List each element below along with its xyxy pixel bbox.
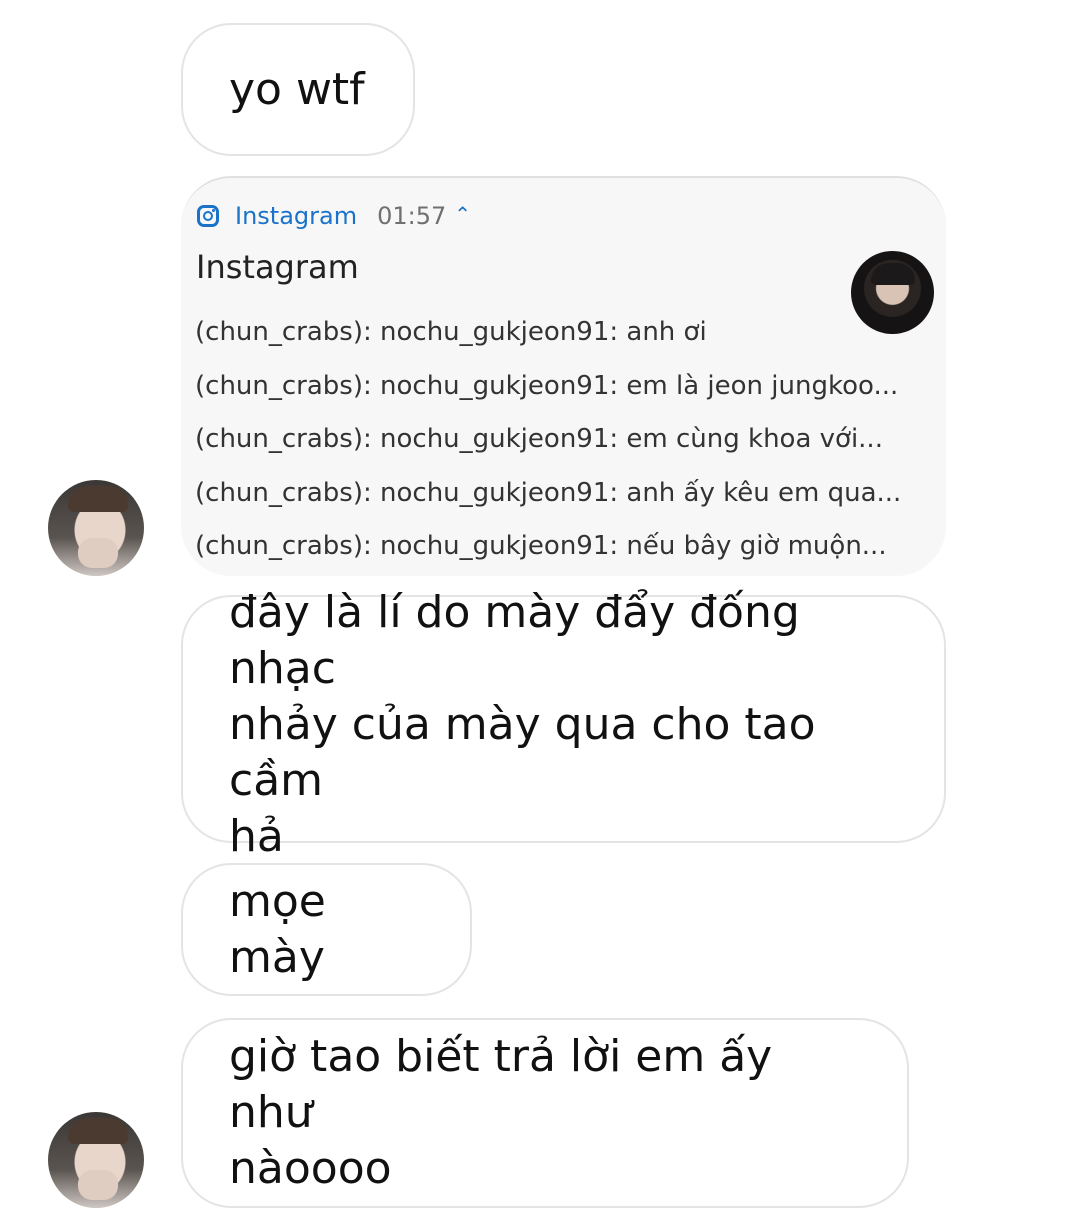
notification-title: Instagram [196, 248, 359, 286]
notification-line: (chun_crabs): nochu_gukjeon91: nếu bây g… [195, 531, 887, 561]
instagram-icon [197, 205, 219, 227]
instagram-notification-card[interactable]: Instagram 01:57 ⌃ Instagram (chun_crabs)… [181, 176, 946, 576]
notification-header: Instagram 01:57 ⌃ [197, 200, 471, 232]
notification-line: (chun_crabs): nochu_gukjeon91: anh ơi [195, 317, 707, 347]
sender-avatar[interactable] [48, 1112, 144, 1208]
sender-avatar[interactable] [48, 480, 144, 576]
chevron-up-icon[interactable]: ⌃ [454, 202, 471, 226]
notification-line: (chun_crabs): nochu_gukjeon91: anh ấy kê… [195, 477, 902, 508]
notification-app-name: Instagram [235, 202, 358, 230]
message-text: giờ tao biết trả lời em ấy như nàoooo [229, 1031, 773, 1194]
notification-time: 01:57 [377, 202, 447, 230]
message-text: mọe mày [229, 875, 340, 983]
message-bubble-1[interactable]: yo wtf [181, 23, 415, 156]
notification-line: (chun_crabs): nochu_gukjeon91: em là jeo… [195, 370, 899, 401]
message-text: đây là lí do mày đẩy đống nhạc nhảy của … [229, 587, 816, 862]
message-text: yo wtf [229, 63, 365, 115]
notification-line: (chun_crabs): nochu_gukjeon91: em cùng k… [195, 424, 883, 454]
notification-lines: (chun_crabs): nochu_gukjeon91: anh ơi (c… [195, 306, 935, 574]
message-bubble-3[interactable]: mọe mày [181, 863, 472, 996]
message-bubble-2[interactable]: đây là lí do mày đẩy đống nhạc nhảy của … [181, 587, 946, 862]
message-bubble-4[interactable]: giờ tao biết trả lời em ấy như nàoooo [181, 1018, 909, 1208]
